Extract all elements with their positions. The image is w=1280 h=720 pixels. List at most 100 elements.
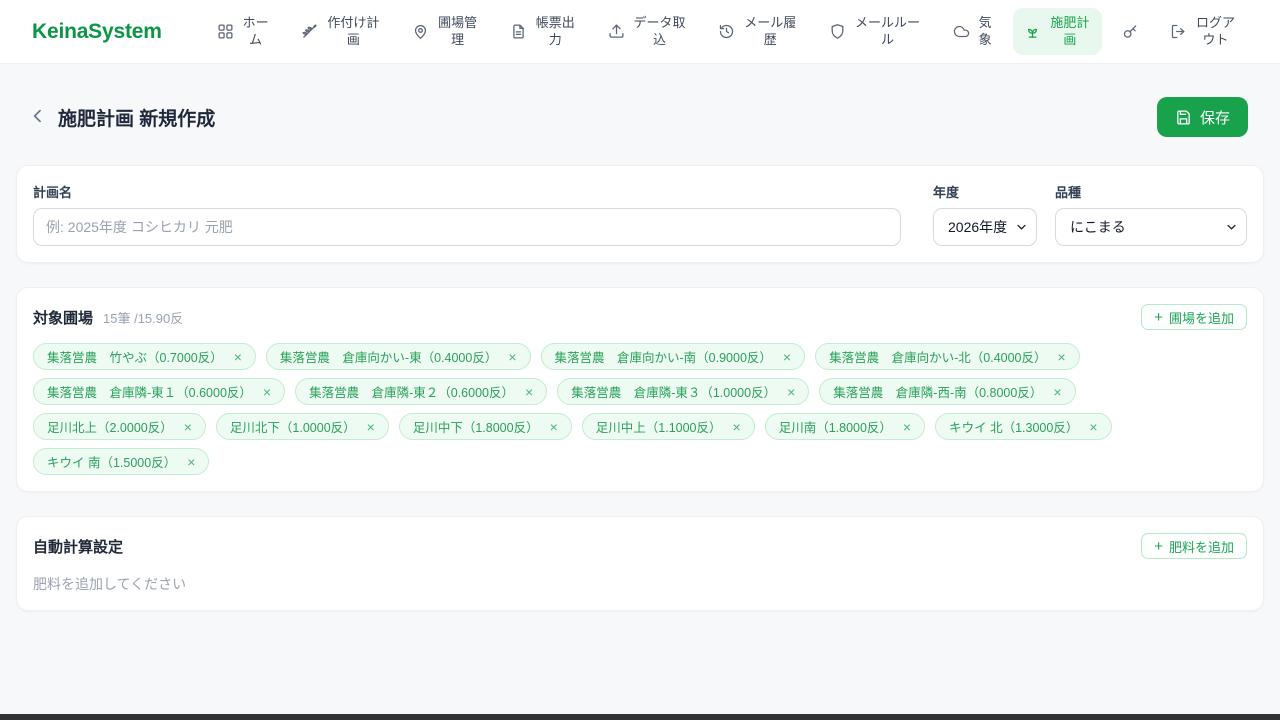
field-chip: 足川中上（1.1000反） × (581, 413, 755, 440)
grid-icon (217, 23, 234, 40)
save-button-label: 保存 (1199, 109, 1230, 127)
field-chip: 足川中下（1.8000反） × (398, 413, 572, 440)
bottom-bar (0, 714, 1280, 720)
chip-close-icon[interactable]: × (1089, 420, 1097, 434)
chip-close-icon[interactable]: × (733, 420, 741, 434)
cloud-icon (953, 23, 970, 40)
plus-icon: + (1154, 537, 1163, 555)
app-logo[interactable]: KeinaSystem (32, 20, 162, 44)
logout-icon (1170, 23, 1187, 40)
year-select[interactable]: 2026年度 (933, 208, 1037, 246)
field-chip: キウイ 南（1.5000反） × (33, 448, 210, 475)
field-chip: 集落営農 倉庫隣-西-南（0.8000反） × (819, 378, 1076, 405)
nav-item-ログアウト[interactable]: ログアウト (1159, 8, 1248, 55)
nav-item-key[interactable] (1111, 16, 1150, 47)
nav-item-気象[interactable]: 気象 (942, 8, 1005, 55)
nav-item-メール履歴[interactable]: メール履歴 (707, 8, 809, 55)
save-button[interactable]: 保存 (1156, 97, 1248, 137)
save-icon (1175, 109, 1192, 126)
field-chip-label: 足川北下（1.0000反） (229, 421, 356, 435)
field-chip-label: 集落営農 倉庫隣-東３（1.0000反） (571, 386, 777, 400)
year-label: 年度 (933, 185, 960, 200)
nav-item-label: メール履歴 (744, 15, 797, 47)
nav-item-label: 帳票出力 (535, 15, 575, 47)
chip-close-icon[interactable]: × (187, 455, 195, 469)
wheat-icon (301, 23, 318, 40)
add-field-button[interactable]: + 圃場を追加 (1141, 304, 1247, 330)
main-content: 施肥計画 新規作成 保存 計画名 年度 2026年度 品種 にこまる (0, 97, 1280, 611)
field-chip-label: 集落営農 倉庫向かい-北（0.4000反） (829, 351, 1047, 365)
field-chip: 足川南（1.8000反） × (764, 413, 926, 440)
chip-close-icon[interactable]: × (367, 420, 375, 434)
nav-item-ホーム[interactable]: ホーム (206, 8, 282, 55)
chip-close-icon[interactable]: × (508, 350, 516, 364)
add-fertilizer-button[interactable]: + 肥料を追加 (1141, 533, 1247, 559)
target-fields-title: 対象圃場 (33, 309, 94, 327)
shield-icon (829, 23, 846, 40)
field-chip-label: 足川南（1.8000反） (778, 421, 892, 435)
chip-close-icon[interactable]: × (787, 385, 795, 399)
auto-calc-empty-text: 肥料を追加してください (33, 576, 187, 592)
back-button[interactable] (26, 104, 50, 131)
field-chip: キウイ 北（1.3000反） × (935, 413, 1112, 440)
variety-field: 品種 にこまる (1055, 182, 1247, 246)
page-header: 施肥計画 新規作成 保存 (26, 97, 1248, 137)
target-fields-count: 15筆 /15.90反 (103, 310, 184, 326)
field-chip-label: 集落営農 倉庫向かい-南（0.9000反） (554, 351, 772, 365)
nav-item-label: メールルール (854, 15, 920, 47)
chip-close-icon[interactable]: × (903, 420, 911, 434)
field-chip-label: 足川中上（1.1000反） (595, 421, 722, 435)
field-chip-label: 集落営農 倉庫隣-東２（0.6000反） (309, 386, 514, 400)
nav-item-label: 施肥計画 (1050, 15, 1090, 47)
field-chip: 集落営農 倉庫向かい-東（0.4000反） × (265, 343, 531, 370)
plan-name-label: 計画名 (33, 185, 73, 200)
year-field: 年度 2026年度 (933, 182, 1037, 246)
main-nav: ホーム 作付け計画 圃場管理 帳票出力 データ取込 メール履歴 メールルール 気象 施肥計画 ログ… (206, 8, 1248, 55)
field-chip: 集落営農 倉庫隣-東２（0.6000反） × (295, 378, 548, 405)
field-chip-label: 集落営農 倉庫隣-西-南（0.8000反） (833, 386, 1043, 400)
nav-item-作付け計画[interactable]: 作付け計画 (290, 8, 392, 55)
nav-item-データ取込[interactable]: データ取込 (597, 8, 699, 55)
chip-close-icon[interactable]: × (234, 350, 242, 364)
key-icon (1122, 23, 1139, 40)
chip-close-icon[interactable]: × (263, 385, 271, 399)
chip-close-icon[interactable]: × (1058, 350, 1066, 364)
sprout-icon (1024, 23, 1041, 40)
nav-item-label: データ取込 (633, 15, 686, 47)
chevron-left-icon (28, 106, 48, 129)
add-fertilizer-button-label: 肥料を追加 (1168, 539, 1234, 555)
plan-name-field: 計画名 (33, 182, 915, 246)
chip-close-icon[interactable]: × (783, 350, 791, 364)
auto-calc-card: 自動計算設定 + 肥料を追加 肥料を追加してください (16, 516, 1264, 611)
nav-item-label: 圃場管理 (438, 15, 478, 47)
variety-select[interactable]: にこまる (1055, 208, 1247, 246)
field-chip: 集落営農 倉庫向かい-南（0.9000反） × (540, 343, 806, 370)
plus-icon: + (1154, 308, 1163, 326)
nav-item-帳票出力[interactable]: 帳票出力 (499, 8, 588, 55)
upload-icon (608, 23, 625, 40)
field-chip: 集落営農 倉庫向かい-北（0.4000反） × (815, 343, 1080, 370)
field-chip-label: 集落営農 倉庫向かい-東（0.4000反） (279, 351, 498, 365)
nav-item-メールルール[interactable]: メールルール (818, 8, 933, 55)
field-chip-label: 集落営農 倉庫隣-東１（0.6000反） (47, 386, 252, 400)
nav-item-label: ログアウト (1195, 15, 1235, 47)
page-title: 施肥計画 新規作成 (58, 108, 216, 130)
chip-close-icon[interactable]: × (184, 420, 192, 434)
field-chip-label: 集落営農 竹やぶ（0.7000反） (47, 351, 223, 365)
chip-close-icon[interactable]: × (1053, 385, 1061, 399)
field-chip-list: 集落営農 竹やぶ（0.7000反） × 集落営農 倉庫向かい-東（0.4000反） ×… (33, 343, 1247, 475)
document-icon (510, 23, 527, 40)
plan-basic-card: 計画名 年度 2026年度 品種 にこまる (16, 165, 1264, 263)
field-chip: 足川北上（2.0000反） × (33, 413, 206, 440)
plan-name-input[interactable] (33, 208, 901, 246)
field-chip-label: 足川中下（1.8000反） (412, 421, 539, 435)
field-chip-label: 足川北上（2.0000反） (47, 421, 173, 435)
variety-label: 品種 (1055, 185, 1082, 200)
nav-item-圃場管理[interactable]: 圃場管理 (401, 8, 490, 55)
field-chip: 足川北下（1.0000反） × (215, 413, 389, 440)
nav-item-label: 気象 (978, 15, 992, 47)
nav-item-施肥計画[interactable]: 施肥計画 (1013, 8, 1103, 55)
field-chip: 集落営農 倉庫隣-東３（1.0000反） × (557, 378, 810, 405)
chip-close-icon[interactable]: × (550, 420, 558, 434)
chip-close-icon[interactable]: × (525, 385, 533, 399)
